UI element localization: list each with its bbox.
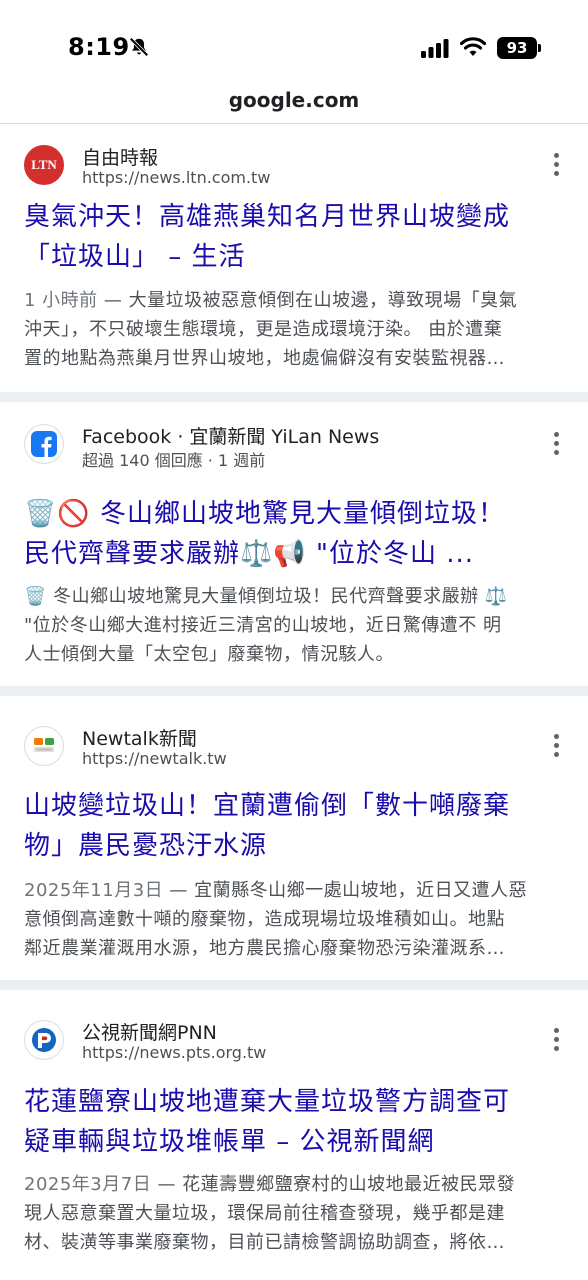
result-snippet: 1 小時前 — 大量垃圾被惡意傾倒在山坡邊，導致現場「臭氣 沖天」，不只破壞生態… <box>24 290 518 369</box>
source-name[interactable]: 自由時報 <box>82 143 158 170</box>
more-options-icon[interactable] <box>546 153 566 177</box>
cellular-signal-icon <box>421 39 449 58</box>
address-bar[interactable]: google.com <box>0 88 588 124</box>
pts-logo-icon <box>32 1028 56 1052</box>
clock: 8:19 <box>68 33 130 61</box>
status-bar: 8:19 93 <box>0 0 588 88</box>
result-snippet: 2025年3月7日 — 花蓮壽豐鄉鹽寮村的山坡地最近被民眾發 現人惡意棄置大量垃… <box>24 1174 516 1253</box>
result-snippet: 🗑️ 冬山鄉山坡地驚見大量傾倒垃圾！民代齊聲要求嚴辦 ⚖️ "位於冬山鄉大進村接… <box>24 586 508 665</box>
result-meta: 超過 140 個回應 · 1 週前 <box>82 451 266 470</box>
result-separator <box>0 980 588 990</box>
source-name[interactable]: Facebook · 宜蘭新聞 YiLan News <box>82 422 379 449</box>
result-date: 2025年3月7日 <box>24 1174 152 1195</box>
source-url[interactable]: https://newtalk.tw <box>82 749 227 768</box>
pts-favicon-icon <box>24 1020 64 1060</box>
facebook-favicon-icon <box>24 424 64 464</box>
more-options-icon[interactable] <box>546 734 566 758</box>
result-separator <box>0 686 588 696</box>
source-url[interactable]: https://news.pts.org.tw <box>82 1043 266 1062</box>
wifi-icon <box>460 37 486 56</box>
ltn-favicon-icon: LTN <box>24 145 64 185</box>
result-separator <box>0 392 588 402</box>
newtalk-favicon-icon <box>24 726 64 766</box>
battery-indicator: 93 <box>497 37 541 59</box>
result-title-link[interactable]: 花蓮鹽寮山坡地遭棄大量垃圾警方調查可 疑車輛與垃圾堆帳單 – 公視新聞網 <box>24 1082 564 1162</box>
search-result: Newtalk新聞 https://newtalk.tw 山坡變垃圾山！宜蘭遭偷… <box>0 712 588 980</box>
bell-muted-icon <box>129 37 149 57</box>
more-options-icon[interactable] <box>546 1028 566 1052</box>
result-title-link[interactable]: 山坡變垃圾山！宜蘭遭偷倒「數十噸廢棄 物」農民憂恐汙水源 <box>24 786 564 866</box>
source-url[interactable]: https://news.ltn.com.tw <box>82 168 270 187</box>
result-title-link[interactable]: 🗑️🚫 冬山鄉山坡地驚見大量傾倒垃圾！ 民代齊聲要求嚴辦⚖️📢 "位於冬山 ..… <box>24 494 564 574</box>
search-result: 公視新聞網PNN https://news.pts.org.tw 花蓮鹽寮山坡地… <box>0 1006 588 1280</box>
more-options-icon[interactable] <box>546 432 566 456</box>
result-title-link[interactable]: 臭氣沖天！高雄燕巢知名月世界山坡變成 「垃圾山」 – 生活 <box>24 197 564 277</box>
source-name[interactable]: 公視新聞網PNN <box>82 1018 217 1045</box>
result-date: 1 小時前 <box>24 290 98 311</box>
search-result: LTN 自由時報 https://news.ltn.com.tw 臭氣沖天！高雄… <box>0 131 588 391</box>
result-snippet: 2025年11月3日 — 宜蘭縣冬山鄉一處山坡地，近日又遭人惡 意傾倒高達數十噸… <box>24 880 528 959</box>
search-result: Facebook · 宜蘭新聞 YiLan News 超過 140 個回應 · … <box>0 410 588 686</box>
facebook-icon <box>31 431 57 457</box>
source-name[interactable]: Newtalk新聞 <box>82 724 197 751</box>
divider <box>0 123 588 124</box>
result-date: 2025年11月3日 <box>24 880 164 901</box>
newtalk-logo-icon <box>34 738 54 752</box>
